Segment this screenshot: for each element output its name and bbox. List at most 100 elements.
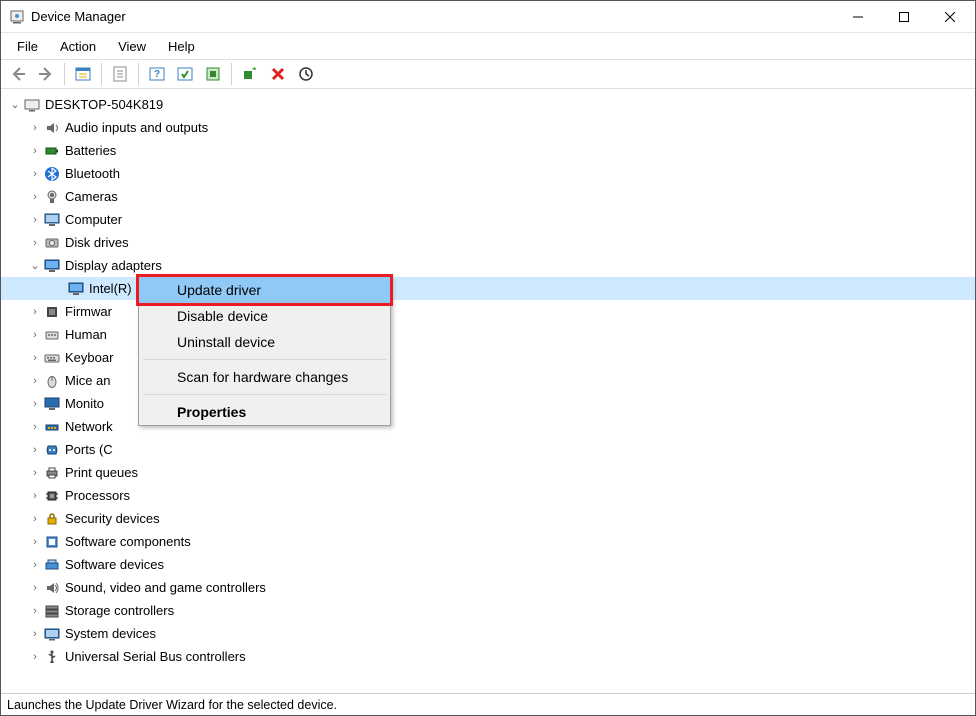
tree-node-batteries[interactable]: › Batteries xyxy=(1,139,975,162)
expander-icon[interactable]: › xyxy=(27,350,43,366)
tree-node-sw-components[interactable]: › Software components xyxy=(1,530,975,553)
context-uninstall-device[interactable]: Uninstall device xyxy=(139,329,390,355)
tree-node-label: Computer xyxy=(65,212,130,227)
tree-node-label: Audio inputs and outputs xyxy=(65,120,216,135)
nav-back-button[interactable] xyxy=(5,61,31,87)
expander-icon[interactable]: › xyxy=(27,557,43,573)
tree-node-disk[interactable]: › Disk drives xyxy=(1,231,975,254)
tree-node-label: Sound, video and game controllers xyxy=(65,580,274,595)
tree-node-computer[interactable]: › Computer xyxy=(1,208,975,231)
disable-button[interactable] xyxy=(293,61,319,87)
close-button[interactable] xyxy=(927,2,973,32)
tree-node-label: Software components xyxy=(65,534,199,549)
device-tree-container[interactable]: ⌄ DESKTOP-504K819 › Audio inputs and out… xyxy=(1,89,975,693)
tree-node-label: Processors xyxy=(65,488,138,503)
expander-icon[interactable]: › xyxy=(27,373,43,389)
expander-icon[interactable]: › xyxy=(27,189,43,205)
context-properties[interactable]: Properties xyxy=(139,399,390,425)
svg-text:?: ? xyxy=(154,69,160,80)
tree-node-processors[interactable]: › Processors xyxy=(1,484,975,507)
display-icon xyxy=(43,257,61,275)
help-button[interactable]: ? xyxy=(144,61,170,87)
expander-icon[interactable]: › xyxy=(27,166,43,182)
properties-button[interactable] xyxy=(107,61,133,87)
expander-icon[interactable]: › xyxy=(27,465,43,481)
scan-hardware-button[interactable] xyxy=(237,61,263,87)
expander-icon[interactable]: › xyxy=(27,419,43,435)
tree-node-print-queues[interactable]: › Print queues xyxy=(1,461,975,484)
hid-icon xyxy=(43,326,61,344)
expander-icon[interactable]: › xyxy=(27,603,43,619)
tree-node-label: Print queues xyxy=(65,465,146,480)
tree-node-system[interactable]: › System devices xyxy=(1,622,975,645)
expander-icon[interactable]: › xyxy=(27,649,43,665)
monitor-icon xyxy=(43,395,61,413)
cpu-icon xyxy=(43,487,61,505)
system-icon xyxy=(43,625,61,643)
expander-icon[interactable]: › xyxy=(27,488,43,504)
tree-node-ports[interactable]: › Ports (C xyxy=(1,438,975,461)
expander-icon[interactable]: › xyxy=(27,304,43,320)
sound-icon xyxy=(43,579,61,597)
tree-node-label: Software devices xyxy=(65,557,172,572)
minimize-button[interactable] xyxy=(835,2,881,32)
tree-node-label: Firmwar xyxy=(65,304,120,319)
toolbar: ? xyxy=(1,59,975,89)
maximize-button[interactable] xyxy=(881,2,927,32)
enable-button[interactable] xyxy=(172,61,198,87)
expander-icon[interactable]: ⌄ xyxy=(27,258,43,274)
tree-node-label: Monito xyxy=(65,396,112,411)
expander-icon[interactable]: › xyxy=(27,143,43,159)
context-scan-hardware[interactable]: Scan for hardware changes xyxy=(139,364,390,390)
tree-node-security[interactable]: › Security devices xyxy=(1,507,975,530)
network-icon xyxy=(43,418,61,436)
expander-icon[interactable]: › xyxy=(27,442,43,458)
expander-icon[interactable]: › xyxy=(27,212,43,228)
titlebar: Device Manager xyxy=(1,1,975,33)
tree-node-bluetooth[interactable]: › Bluetooth xyxy=(1,162,975,185)
tree-node-audio[interactable]: › Audio inputs and outputs xyxy=(1,116,975,139)
tree-node-label: Cameras xyxy=(65,189,126,204)
tree-node-label: Bluetooth xyxy=(65,166,128,181)
menu-file[interactable]: File xyxy=(7,35,48,58)
tree-node-label: Keyboar xyxy=(65,350,121,365)
tree-node-label: System devices xyxy=(65,626,164,641)
tree-node-label: Universal Serial Bus controllers xyxy=(65,649,254,664)
statusbar: Launches the Update Driver Wizard for th… xyxy=(1,693,975,715)
context-menu: Update driver Disable device Uninstall d… xyxy=(138,276,391,426)
expander-icon[interactable]: › xyxy=(27,396,43,412)
tree-node-label: Batteries xyxy=(65,143,124,158)
tree-node-sound[interactable]: › Sound, video and game controllers xyxy=(1,576,975,599)
expander-icon[interactable]: › xyxy=(27,327,43,343)
toolbar-sep xyxy=(64,63,65,85)
context-disable-device[interactable]: Disable device xyxy=(139,303,390,329)
expander-icon[interactable]: › xyxy=(27,511,43,527)
expander-icon[interactable]: › xyxy=(27,580,43,596)
expander-icon[interactable]: › xyxy=(27,235,43,251)
menu-action[interactable]: Action xyxy=(50,35,106,58)
port-icon xyxy=(43,441,61,459)
printer-icon xyxy=(43,464,61,482)
menu-help[interactable]: Help xyxy=(158,35,205,58)
uninstall-button[interactable] xyxy=(265,61,291,87)
nav-forward-button[interactable] xyxy=(33,61,59,87)
tree-node-label: Display adapters xyxy=(65,258,170,273)
menu-view[interactable]: View xyxy=(108,35,156,58)
tree-node-sw-devices[interactable]: › Software devices xyxy=(1,553,975,576)
expander-icon[interactable]: › xyxy=(27,534,43,550)
tree-root[interactable]: ⌄ DESKTOP-504K819 xyxy=(1,93,975,116)
update-driver-button[interactable] xyxy=(200,61,226,87)
computer-root-icon xyxy=(23,96,41,114)
tree-node-label: Mice an xyxy=(65,373,119,388)
expander-icon[interactable]: › xyxy=(27,626,43,642)
toolbar-sep xyxy=(231,63,232,85)
tree-node-usb[interactable]: › Universal Serial Bus controllers xyxy=(1,645,975,668)
context-update-driver[interactable]: Update driver xyxy=(136,274,393,306)
expander-icon[interactable]: ⌄ xyxy=(7,97,23,113)
audio-icon xyxy=(43,119,61,137)
tree-node-cameras[interactable]: › Cameras xyxy=(1,185,975,208)
tree-node-storage[interactable]: › Storage controllers xyxy=(1,599,975,622)
display-icon xyxy=(67,280,85,298)
expander-icon[interactable]: › xyxy=(27,120,43,136)
show-all-button[interactable] xyxy=(70,61,96,87)
